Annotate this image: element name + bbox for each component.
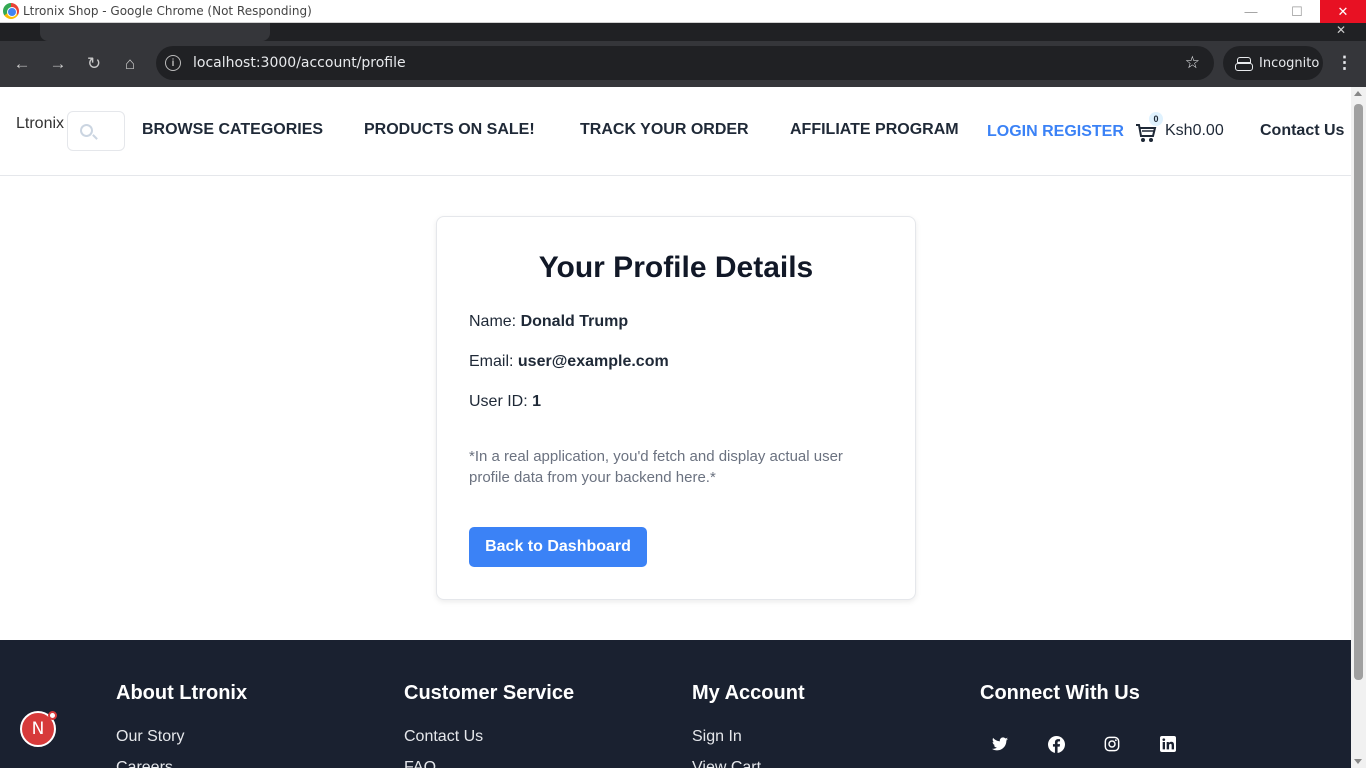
site-footer: About Ltronix Our Story Careers Customer… xyxy=(0,640,1351,768)
footer-link-contact-us[interactable]: Contact Us xyxy=(404,728,483,746)
cart-total[interactable]: Ksh0.00 xyxy=(1165,122,1224,140)
nav-affiliate-program[interactable]: AFFILIATE PROGRAM xyxy=(790,121,959,139)
reload-button[interactable]: ↻ xyxy=(83,53,105,75)
footer-connect-title: Connect With Us xyxy=(980,682,1140,704)
minimize-button[interactable]: — xyxy=(1228,0,1274,23)
chrome-icon xyxy=(3,3,19,19)
active-tab[interactable] xyxy=(40,23,270,41)
profile-note: *In a real application, you'd fetch and … xyxy=(469,448,843,486)
footer-link-careers[interactable]: Careers xyxy=(116,759,173,768)
page-scrollbar[interactable] xyxy=(1351,87,1366,768)
back-button[interactable]: ← xyxy=(11,53,33,75)
scroll-down-icon[interactable] xyxy=(1354,759,1362,764)
footer-link-our-story[interactable]: Our Story xyxy=(116,728,184,746)
search-icon xyxy=(80,124,93,137)
bookmark-star-icon[interactable]: ☆ xyxy=(1185,53,1200,73)
footer-link-view-cart[interactable]: View Cart xyxy=(692,759,761,768)
window-titlebar: Ltronix Shop - Google Chrome (Not Respon… xyxy=(0,0,1366,23)
nav-contact-us[interactable]: Contact Us xyxy=(1260,122,1344,140)
linkedin-icon[interactable] xyxy=(1158,734,1178,754)
profile-email-row: Email: user@example.com xyxy=(469,353,669,371)
footer-link-faq[interactable]: FAQ xyxy=(404,759,436,768)
home-button[interactable]: ⌂ xyxy=(119,53,141,75)
cart-count-badge: 0 xyxy=(1149,112,1163,126)
nav-track-order[interactable]: TRACK YOUR ORDER xyxy=(580,121,749,139)
close-icon[interactable]: ✕ xyxy=(1336,23,1346,37)
userid-value: 1 xyxy=(532,393,542,410)
footer-customer-service-title: Customer Service xyxy=(404,682,575,704)
name-value: Donald Trump xyxy=(520,313,629,330)
email-label: Email: xyxy=(469,353,514,370)
footer-about-title: About Ltronix xyxy=(116,682,248,704)
tab-strip: ✕ xyxy=(0,23,1366,41)
userid-label: User ID: xyxy=(469,393,528,410)
url-text[interactable]: localhost:3000/account/profile xyxy=(193,55,406,71)
twitter-icon[interactable] xyxy=(990,734,1010,754)
maximize-button[interactable]: ☐ xyxy=(1274,0,1320,23)
nav-products-on-sale[interactable]: PRODUCTS ON SALE! xyxy=(364,121,535,139)
incognito-label: Incognito xyxy=(1259,55,1320,71)
scrollbar-thumb[interactable] xyxy=(1354,104,1363,680)
profile-card: Your Profile Details Name: Donald Trump … xyxy=(436,216,916,600)
site-header: Ltronix BROWSE CATEGORIES PRODUCTS ON SA… xyxy=(0,87,1351,176)
browser-toolbar: ← → ↻ ⌂ i localhost:3000/account/profile… xyxy=(0,41,1366,87)
footer-link-sign-in[interactable]: Sign In xyxy=(692,728,742,746)
name-label: Name: xyxy=(469,313,517,330)
scroll-up-icon[interactable] xyxy=(1354,91,1362,96)
close-window-button[interactable]: ✕ xyxy=(1320,0,1366,23)
site-logo[interactable]: Ltronix xyxy=(16,113,66,151)
back-to-dashboard-button[interactable]: Back to Dashboard xyxy=(469,527,647,567)
address-bar[interactable]: i localhost:3000/account/profile ☆ xyxy=(156,46,1214,80)
site-info-icon[interactable]: i xyxy=(165,55,181,71)
incognito-indicator[interactable]: Incognito xyxy=(1223,46,1323,80)
nav-login-register[interactable]: LOGIN REGISTER xyxy=(987,123,1124,141)
page-title: Your Profile Details xyxy=(538,251,814,284)
window-title: Ltronix Shop - Google Chrome (Not Respon… xyxy=(23,4,312,18)
instagram-icon[interactable] xyxy=(1102,734,1122,754)
forward-button[interactable]: → xyxy=(47,53,69,75)
notification-dot xyxy=(48,711,57,720)
search-input[interactable] xyxy=(67,111,125,151)
nav-browse-categories[interactable]: BROWSE CATEGORIES xyxy=(142,121,323,139)
email-value: user@example.com xyxy=(517,353,669,370)
browser-menu-icon[interactable]: ⋮ xyxy=(1336,53,1353,73)
profile-name-row: Name: Donald Trump xyxy=(469,313,628,331)
cart-icon[interactable] xyxy=(1135,123,1157,143)
facebook-icon[interactable] xyxy=(1046,734,1066,754)
footer-my-account-title: My Account xyxy=(692,682,805,704)
profile-userid-row: User ID: 1 xyxy=(469,393,541,411)
incognito-icon xyxy=(1235,57,1253,71)
